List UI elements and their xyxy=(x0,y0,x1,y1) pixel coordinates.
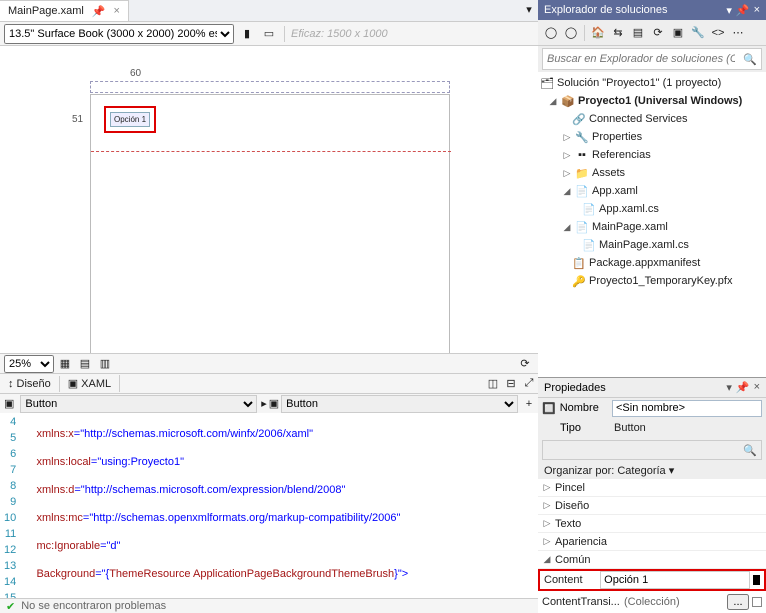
prop-close-icon[interactable]: × xyxy=(754,381,760,394)
selected-button[interactable]: Opción 1 xyxy=(104,106,156,133)
connected-services-node[interactable]: 🔗Connected Services xyxy=(538,110,766,128)
organize-label[interactable]: Organizar por: Categoría ▾ xyxy=(538,462,766,479)
orient-portrait-icon[interactable]: ▮ xyxy=(238,25,256,43)
code-icon[interactable]: <> xyxy=(709,24,727,42)
type-label: Tipo xyxy=(560,422,610,434)
manifest-node[interactable]: 📋Package.appxmanifest xyxy=(538,254,766,272)
prop-menu-icon[interactable]: ▾ xyxy=(726,381,732,394)
close-icon[interactable]: × xyxy=(114,5,120,17)
contenttransitions-row: ContentTransi... (Colección) ... xyxy=(538,591,766,613)
refresh2-icon[interactable]: ⟳ xyxy=(649,24,667,42)
design-pane-button[interactable]: ↕ Diseño xyxy=(0,376,60,392)
breadcrumb-inner[interactable]: Button xyxy=(281,395,518,413)
name-label: Nombre xyxy=(560,402,608,414)
panel-close-icon[interactable]: × xyxy=(754,4,760,17)
zoom-select[interactable]: 25% xyxy=(4,355,54,373)
cat-apariencia[interactable]: ▷Apariencia xyxy=(538,533,766,551)
solution-tree[interactable]: 🗂Solución "Proyecto1" (1 proyecto) ◢📦Pro… xyxy=(538,72,766,377)
line-gutter: 45678910111213141516 xyxy=(0,413,24,613)
se-toolbar: ◯ ◯ 🏠 ⇆ ▤ ⟳ ▣ 🔧 <> ⋯ xyxy=(538,20,766,46)
prop-pin-icon[interactable]: 📌 xyxy=(736,381,750,394)
ctrans-ellipsis-button[interactable]: ... xyxy=(727,594,749,610)
grid-icon[interactable]: ▦ xyxy=(56,355,74,373)
type-value: Button xyxy=(614,422,646,434)
cat-comun[interactable]: ◢Común xyxy=(538,551,766,569)
name-input[interactable] xyxy=(612,400,762,417)
ctrans-value: (Colección) xyxy=(624,596,727,608)
forward-icon[interactable]: ◯ xyxy=(562,24,580,42)
cat-diseno[interactable]: ▷Diseño xyxy=(538,497,766,515)
sync-icon[interactable]: ⇆ xyxy=(609,24,627,42)
tree-icon[interactable]: ▤ xyxy=(629,24,647,42)
snap2-icon[interactable]: ▥ xyxy=(96,355,114,373)
appxamlcs-node[interactable]: 📄App.xaml.cs xyxy=(538,200,766,218)
prop-marker2-icon[interactable] xyxy=(752,597,762,607)
search-icon[interactable]: 🔍 xyxy=(739,53,761,66)
breadcrumb-outer[interactable]: Button xyxy=(20,395,257,413)
assets-node[interactable]: ▷📁Assets xyxy=(538,164,766,182)
properties-node[interactable]: ▷🔧Properties xyxy=(538,128,766,146)
code-editor[interactable]: 45678910111213141516 xmlns:x="http://sch… xyxy=(0,413,538,613)
content-property-row: Content xyxy=(538,569,766,591)
expand-icon[interactable]: ⤢ xyxy=(520,375,538,393)
mainpage-node[interactable]: ◢📄MainPage.xaml xyxy=(538,218,766,236)
cat-pincel[interactable]: ▷Pincel xyxy=(538,479,766,497)
content-prop-input[interactable] xyxy=(600,571,750,589)
references-node[interactable]: ▷▪▪Referencias xyxy=(538,146,766,164)
margin-top-label: 60 xyxy=(130,68,141,79)
device-select[interactable]: 13.5" Surface Book (3000 x 2000) 200% es… xyxy=(4,24,234,44)
pfx-node[interactable]: 🔑Proyecto1_TemporaryKey.pfx xyxy=(538,272,766,290)
type-icon: 🔲 xyxy=(542,401,556,415)
status-message: No se encontraron problemas xyxy=(21,600,166,612)
back-icon[interactable]: ◯ xyxy=(542,24,560,42)
ruler-top xyxy=(90,81,450,93)
split-horiz-icon[interactable]: ◫ xyxy=(484,375,502,393)
se-search-input[interactable] xyxy=(543,51,739,67)
prop-marker-icon[interactable] xyxy=(753,575,760,585)
designer-toolbar: 13.5" Surface Book (3000 x 2000) 200% es… xyxy=(0,22,538,46)
wrench-icon[interactable]: 🔧 xyxy=(689,24,707,42)
appxaml-node[interactable]: ◢📄App.xaml xyxy=(538,182,766,200)
tab-menu-icon[interactable]: ▾ xyxy=(520,0,538,18)
file-tab[interactable]: MainPage.xaml 📌 × xyxy=(0,0,129,21)
effective-size: Eficaz: 1500 x 1000 xyxy=(291,28,388,40)
panel-pin-icon[interactable]: 📌 xyxy=(736,4,750,17)
mainpagecs-node[interactable]: 📄MainPage.xaml.cs xyxy=(538,236,766,254)
crumb-plus-icon[interactable]: + xyxy=(520,395,538,413)
panel-menu-icon[interactable]: ▾ xyxy=(726,4,732,17)
solution-explorer-header: Explorador de soluciones ▾📌× xyxy=(538,0,766,20)
status-bar: ✔ No se encontraron problemas xyxy=(0,598,538,613)
orient-landscape-icon[interactable]: ▭ xyxy=(260,25,278,43)
xaml-pane-button[interactable]: ▣ XAML xyxy=(60,375,120,392)
home-icon[interactable]: 🏠 xyxy=(589,24,607,42)
project-node[interactable]: ◢📦Proyecto1 (Universal Windows) xyxy=(538,92,766,110)
properties-header: Propiedades ▾📌× xyxy=(538,378,766,398)
status-ok-icon: ✔ xyxy=(6,600,15,613)
snap-icon[interactable]: ▤ xyxy=(76,355,94,373)
prop-search[interactable]: 🔍 xyxy=(542,440,762,460)
margin-left-label: 51 xyxy=(72,114,83,125)
split-vert-icon[interactable]: ⊟ xyxy=(502,375,520,393)
button-preview: Opción 1 xyxy=(110,112,150,127)
tab-title: MainPage.xaml xyxy=(8,5,84,17)
ctrans-label: ContentTransi... xyxy=(542,596,624,608)
more-icon[interactable]: ⋯ xyxy=(729,24,747,42)
pin-icon[interactable]: 📌 xyxy=(88,2,110,21)
collapse-icon[interactable]: ▣ xyxy=(669,24,687,42)
design-surface[interactable]: 60 51 Opción 1 xyxy=(0,46,538,353)
content-prop-label: Content xyxy=(544,574,600,586)
refresh-icon[interactable]: ⟳ xyxy=(516,355,534,373)
cat-texto[interactable]: ▷Texto xyxy=(538,515,766,533)
solution-node[interactable]: 🗂Solución "Proyecto1" (1 proyecto) xyxy=(538,74,766,92)
